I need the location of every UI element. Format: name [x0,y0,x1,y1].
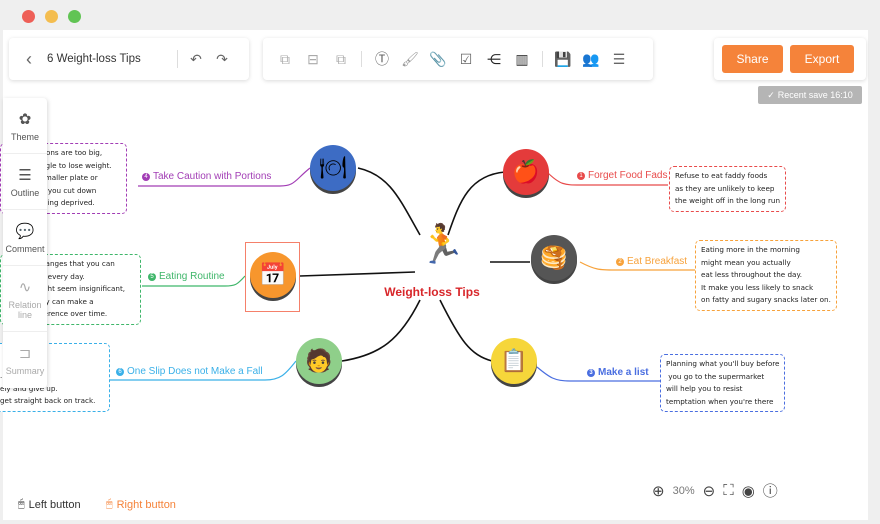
breakfast-icon[interactable]: 🥞 [531,235,577,281]
running-figure-icon: 🏃 [418,224,466,266]
topic-label: One Slip Does not Make a Fall [127,366,263,377]
right-button-hint: 🖱 Right button [106,498,176,511]
topic-eat-breakfast[interactable]: 2 Eat Breakfast [616,256,687,267]
format-painter-icon[interactable]: 🖌 [401,51,419,67]
divider [542,51,543,67]
topic-label: Eating Routine [159,271,225,282]
topic-forget-food-fads[interactable]: 1 Forget Food Fads [577,170,667,181]
sidebar-item-theme[interactable]: ✿ Theme [3,98,47,154]
topic-one-slip[interactable]: 6 One Slip Does not Make a Fall [116,366,263,377]
sidebar-item-relation-line[interactable]: ∿ Relation line [3,266,47,332]
save-status-text: Recent save 16:10 [777,90,853,100]
redo-icon[interactable]: ↷ [214,51,230,67]
comment-icon: 💬 [15,222,35,240]
left-button-label: Left button [28,498,81,511]
list-icon: ☰ [18,166,32,184]
topic-make-a-list[interactable]: 3 Make a list [587,367,649,378]
undo-icon[interactable]: ↶ [188,51,204,67]
central-topic[interactable]: Weight-loss Tips [380,285,484,299]
save-icon[interactable]: 💾 [554,51,571,67]
right-button-label: Right button [116,498,176,511]
zoom-in-icon[interactable]: ⊕ [652,482,665,500]
sidebar-item-summary[interactable]: ⊐ Summary [3,332,47,388]
check-circle-icon: ✓ [767,89,775,100]
summary-icon: ⊐ [18,345,32,362]
relation-icon: ∿ [18,278,32,296]
add-subtopic-icon[interactable]: ⧉ [277,51,293,67]
sidebar-item-comment[interactable]: 💬 Comment [3,210,47,266]
sidebar-item-label: Outline [10,187,40,198]
sidebar-item-label: Summary [5,366,45,376]
calendar-icon[interactable]: 📅 [250,252,296,298]
topic-number-badge: 2 [616,257,624,266]
topic-eating-routine[interactable]: 5 Eating Routine [148,271,225,282]
divider [361,51,362,67]
view-eye-icon[interactable]: ◉ [742,482,755,500]
mouse-right-icon: 🖱 [106,498,113,510]
sidebar-item-label: Relation line [8,299,42,320]
history-icon[interactable]: ☰ [611,51,627,67]
topic-number-badge: 3 [587,368,595,377]
topic-number-badge: 5 [148,272,156,281]
task-icon[interactable]: ☑ [458,51,474,67]
topic-number-badge: 1 [577,171,585,180]
topic-label: Make a list [598,367,649,378]
theme-icon: ✿ [18,110,32,128]
clipboard-list-icon[interactable]: 📋 [491,338,537,384]
topic-take-caution-portions[interactable]: 4 Take Caution with Portions [142,171,271,182]
topic-number-badge: 4 [142,172,150,181]
editing-toolbar: ⧉ ⊟ ⧉ Ⓣ 🖌 📎 ☑ ⋲ ▥ 💾 👥 ☰ [263,38,653,80]
document-title[interactable]: 6 Weight-loss Tips [47,53,167,65]
zoom-out-icon[interactable]: ⊖ [703,482,716,500]
note-eat-breakfast[interactable]: Eating more in the morning might mean yo… [695,240,837,311]
sidebar-item-label: Theme [10,131,39,142]
sidebar-item-label: Comment [5,243,45,254]
topic-label: Eat Breakfast [627,256,688,267]
add-sibling-topic-icon[interactable]: ⊟ [305,51,321,67]
apple-icon[interactable]: 🍎 [503,149,549,195]
person-slip-icon[interactable]: 🧑 [296,338,342,384]
add-parent-topic-icon[interactable]: ⧉ [333,51,349,67]
divider [177,50,178,68]
back-chevron-icon[interactable]: ‹ [21,49,37,69]
zoom-level: 30% [672,484,695,497]
left-button-hint: 🖱 Left button [18,498,81,511]
structure-icon[interactable]: ⋲ [486,51,502,67]
text-icon[interactable]: Ⓣ [374,51,390,67]
topic-label: Take Caution with Portions [153,171,272,182]
layout-icon[interactable]: ▥ [514,51,530,67]
save-status-badge: ✓ Recent save 16:10 [758,86,862,104]
topic-label: Forget Food Fads [588,170,668,181]
note-text: rions are too big, ggle to lose weight. … [41,148,112,207]
help-icon[interactable]: ⓘ [763,480,778,501]
topic-number-badge: 6 [116,367,124,376]
left-sidebar: ✿ Theme ☰ Outline 💬 Comment ∿ Relation line … [3,98,47,388]
collaborators-icon[interactable]: 👥 [582,51,599,67]
share-button[interactable]: Share [722,45,783,73]
zoom-controls: ⊕ 30% ⊖ ⛶ ◉ ⓘ [652,480,778,501]
share-export-panel: Share Export [714,38,866,80]
attachment-icon[interactable]: 📎 [429,51,446,67]
sidebar-item-outline[interactable]: ☰ Outline [3,154,47,210]
export-button[interactable]: Export [790,45,854,73]
note-forget-food-fads[interactable]: Refuse to eat faddy foods as they are un… [669,166,787,212]
mouse-left-icon: 🖱 [18,498,25,510]
title-panel: ‹ 6 Weight-loss Tips ↶ ↷ [9,38,249,80]
note-make-a-list[interactable]: Planning what you'll buy before you go t… [660,354,786,412]
fullscreen-icon[interactable]: ⛶ [723,482,734,499]
portions-plate-icon[interactable]: 🍽 [310,145,356,191]
